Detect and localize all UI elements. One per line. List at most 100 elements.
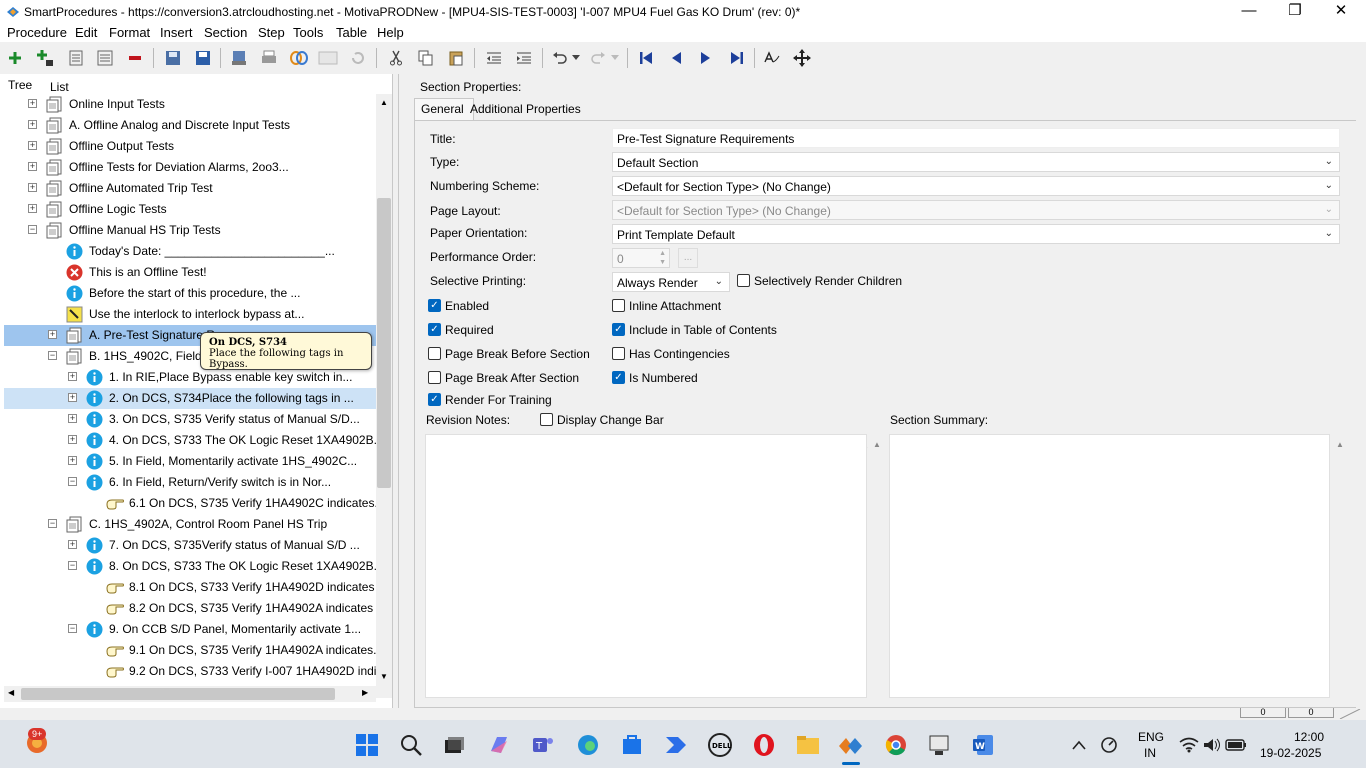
list-edit-icon[interactable] bbox=[95, 48, 115, 68]
edge-icon[interactable] bbox=[575, 732, 601, 758]
spellcheck-icon[interactable] bbox=[762, 48, 782, 68]
expand-icon[interactable]: + bbox=[68, 435, 77, 444]
list-icon[interactable] bbox=[66, 48, 86, 68]
page-break-after-checkbox[interactable] bbox=[428, 371, 441, 384]
expand-icon[interactable]: + bbox=[28, 162, 37, 171]
collapse-icon[interactable]: − bbox=[28, 225, 37, 234]
next-icon[interactable] bbox=[696, 48, 716, 68]
tree-node[interactable]: +4. On DCS, S733 The OK Logic Reset 1XA4… bbox=[4, 430, 376, 451]
menu-step[interactable]: Step bbox=[258, 25, 285, 40]
tree-node[interactable]: + Offline Automated Trip Test bbox=[4, 178, 376, 199]
numbering-scheme-select[interactable]: <Default for Section Type> (No Change) ⌄ bbox=[612, 176, 1340, 196]
selective-printing-select[interactable]: Always Render ⌄ bbox=[612, 272, 730, 292]
expand-icon[interactable]: + bbox=[28, 120, 37, 129]
section-summary-scrollbar[interactable]: ▲ bbox=[1331, 434, 1349, 698]
expand-icon[interactable]: + bbox=[68, 372, 77, 381]
task-view-icon[interactable] bbox=[441, 732, 467, 758]
title-field[interactable]: Pre-Test Signature Requirements bbox=[612, 128, 1340, 148]
chevron-up-icon[interactable] bbox=[1066, 732, 1092, 758]
collapse-icon[interactable]: − bbox=[48, 351, 57, 360]
type-select[interactable]: Default Section ⌄ bbox=[612, 152, 1340, 172]
expand-icon[interactable]: + bbox=[28, 183, 37, 192]
tree-node[interactable]: Today's Date: ________________________..… bbox=[4, 241, 376, 262]
check-in-icon[interactable] bbox=[229, 48, 249, 68]
tree-node[interactable]: − 9. On CCB S/D Panel, Momentarily activa… bbox=[4, 619, 376, 640]
collapse-icon[interactable]: − bbox=[68, 561, 77, 570]
menu-table[interactable]: Table bbox=[336, 25, 367, 40]
enabled-checkbox[interactable]: ✓ bbox=[428, 299, 441, 312]
battery-icon[interactable] bbox=[1223, 732, 1249, 758]
file-explorer-icon[interactable] bbox=[795, 732, 821, 758]
tab-general[interactable]: General bbox=[414, 98, 474, 120]
tree-node[interactable]: + Offline Output Tests bbox=[4, 136, 376, 157]
clock-time[interactable]: 12:00 bbox=[1294, 730, 1324, 744]
tree-node[interactable]: 8.2 On DCS, S735 Verify 1HA4902A indicat… bbox=[4, 598, 376, 619]
tab-tree[interactable]: Tree bbox=[8, 78, 32, 92]
menu-format[interactable]: Format bbox=[109, 25, 150, 40]
remove-icon[interactable] bbox=[125, 48, 145, 68]
outdent-icon[interactable] bbox=[484, 48, 504, 68]
menu-help[interactable]: Help bbox=[377, 25, 404, 40]
collapse-icon[interactable]: − bbox=[68, 624, 77, 633]
collapse-icon[interactable]: − bbox=[68, 477, 77, 486]
tree-node[interactable]: − 8. On DCS, S733 The OK Logic Reset 1XA4… bbox=[4, 556, 376, 577]
tree-node[interactable]: + Online Input Tests bbox=[4, 94, 376, 115]
move-icon[interactable] bbox=[792, 48, 812, 68]
tree-node[interactable]: 6.1 On DCS, S735 Verify 1HA4902C indicat… bbox=[4, 493, 376, 514]
revision-notes-editor[interactable]: ▲ bbox=[425, 434, 874, 698]
tree-node[interactable]: Use the interlock to interlock bypass at… bbox=[4, 304, 376, 325]
resize-grip-icon[interactable] bbox=[1338, 708, 1362, 720]
tree-node[interactable]: 9.1 On DCS, S735 Verify 1HA4902A indicat… bbox=[4, 640, 376, 661]
copilot-icon[interactable] bbox=[486, 732, 512, 758]
expand-icon[interactable]: + bbox=[68, 456, 77, 465]
word-icon[interactable]: W bbox=[970, 732, 996, 758]
tree-node[interactable]: − C. 1HS_4902A, Control Room Panel HS Tri… bbox=[4, 514, 376, 535]
region-indicator[interactable]: IN bbox=[1144, 746, 1156, 760]
search-icon[interactable] bbox=[398, 732, 424, 758]
selectively-render-children-checkbox[interactable] bbox=[737, 274, 750, 287]
scroll-thumb[interactable] bbox=[377, 198, 391, 488]
dell-icon[interactable]: DELL bbox=[707, 732, 733, 758]
page-break-before-checkbox[interactable] bbox=[428, 347, 441, 360]
tree-horizontal-scrollbar[interactable]: ◀ ▶ bbox=[4, 686, 376, 702]
tree-node[interactable]: − Offline Manual HS Trip Tests bbox=[4, 220, 376, 241]
chrome-icon[interactable] bbox=[883, 732, 909, 758]
cut-icon[interactable] bbox=[386, 48, 406, 68]
expand-icon[interactable]: + bbox=[28, 99, 37, 108]
tree-node[interactable]: − 6. In Field, Return/Verify switch is in… bbox=[4, 472, 376, 493]
hscroll-thumb[interactable] bbox=[21, 688, 335, 700]
menu-section[interactable]: Section bbox=[204, 25, 247, 40]
tree-node[interactable]: + A. Offline Analog and Discrete Input Te… bbox=[4, 115, 376, 136]
clock-date[interactable]: 19-02-2025 bbox=[1260, 746, 1321, 760]
undo-dropdown-icon[interactable] bbox=[566, 48, 586, 68]
add-icon[interactable] bbox=[5, 48, 25, 68]
indent-icon[interactable] bbox=[514, 48, 534, 68]
save-icon[interactable] bbox=[193, 48, 213, 68]
expand-icon[interactable]: + bbox=[48, 330, 57, 339]
tab-list[interactable]: List bbox=[50, 80, 69, 94]
expand-icon[interactable]: + bbox=[28, 204, 37, 213]
expand-icon[interactable]: + bbox=[68, 393, 77, 402]
previous-icon[interactable] bbox=[666, 48, 686, 68]
teams-icon[interactable]: T bbox=[530, 732, 556, 758]
has-contingencies-checkbox[interactable] bbox=[612, 347, 625, 360]
copy-icon[interactable] bbox=[416, 48, 436, 68]
inline-attachment-checkbox[interactable] bbox=[612, 299, 625, 312]
required-checkbox[interactable]: ✓ bbox=[428, 323, 441, 336]
include-toc-checkbox[interactable]: ✓ bbox=[612, 323, 625, 336]
tree-node[interactable]: +7. On DCS, S735Verify status of Manual … bbox=[4, 535, 376, 556]
add-child-icon[interactable] bbox=[35, 48, 55, 68]
menu-edit[interactable]: Edit bbox=[75, 25, 97, 40]
print-icon[interactable] bbox=[259, 48, 279, 68]
menu-insert[interactable]: Insert bbox=[160, 25, 193, 40]
tree-node[interactable]: +2. On DCS, S734Place the following tags… bbox=[4, 388, 376, 409]
tree-node[interactable]: +5. In Field, Momentarily activate 1HS_4… bbox=[4, 451, 376, 472]
pane-splitter[interactable] bbox=[394, 74, 404, 708]
collapse-icon[interactable]: − bbox=[48, 519, 57, 528]
tree-node[interactable]: Before the start of this procedure, the … bbox=[4, 283, 376, 304]
start-windows-icon[interactable] bbox=[354, 732, 380, 758]
menu-procedure[interactable]: Procedure bbox=[7, 25, 67, 40]
tree-node[interactable]: + Offline Logic Tests bbox=[4, 199, 376, 220]
opera-icon[interactable] bbox=[751, 732, 777, 758]
power-automate-icon[interactable] bbox=[663, 732, 689, 758]
